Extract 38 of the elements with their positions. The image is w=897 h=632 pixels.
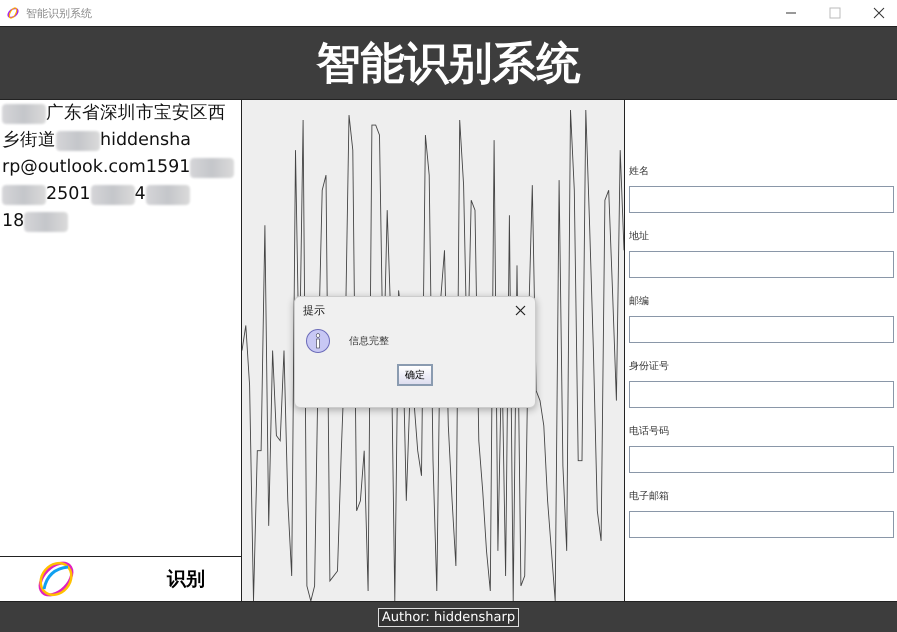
input-text: 4 — [134, 183, 146, 206]
app-logo-icon — [6, 6, 20, 20]
input-field[interactable] — [629, 446, 894, 473]
input-field[interactable] — [629, 186, 894, 213]
redacted-text-block — [90, 184, 135, 204]
field-label: 电话号码 — [629, 424, 669, 439]
author-label: Author: hiddensharp — [378, 608, 520, 626]
input-text: 广东省深圳市宝安区西 — [46, 102, 226, 125]
field-label: 地址 — [629, 230, 649, 244]
input-text: 18 — [2, 210, 24, 233]
input-field[interactable] — [629, 316, 894, 343]
dialog-message: 信息完整 — [349, 334, 389, 348]
field-label: 身份证号 — [629, 360, 669, 374]
window-title: 智能识别系统 — [26, 6, 92, 20]
input-field[interactable] — [629, 381, 894, 408]
field-label: 电子邮箱 — [629, 490, 669, 504]
ok-button[interactable]: 确定 — [397, 364, 433, 386]
redacted-text-block — [190, 158, 234, 178]
maximize-icon[interactable] — [829, 7, 841, 19]
redacted-text-block — [2, 104, 46, 124]
dialog-title: 提示 — [303, 303, 325, 318]
input-text: 2501 — [46, 183, 91, 206]
input-field[interactable] — [629, 511, 894, 538]
field-label: 邮编 — [629, 294, 649, 309]
input-field[interactable] — [629, 251, 894, 278]
close-icon[interactable] — [873, 7, 885, 19]
input-text: 乡街道 — [2, 129, 56, 152]
input-text-area[interactable]: 广东省深圳市宝安区西 乡街道 hiddensha rp@outlook.com1591 2501 4 18 — [0, 100, 241, 556]
close-icon[interactable] — [515, 305, 526, 316]
redacted-text-block — [146, 184, 190, 204]
input-text: rp@outlook.com1591 — [2, 156, 190, 179]
redacted-text-block — [56, 130, 100, 150]
input-text: hiddensha — [100, 129, 191, 152]
info-icon — [305, 328, 331, 354]
field-label: 姓名 — [629, 165, 649, 179]
app-title: 智能识别系统 — [316, 36, 580, 90]
redacted-text-block — [24, 212, 68, 232]
redacted-text-block — [2, 184, 46, 204]
